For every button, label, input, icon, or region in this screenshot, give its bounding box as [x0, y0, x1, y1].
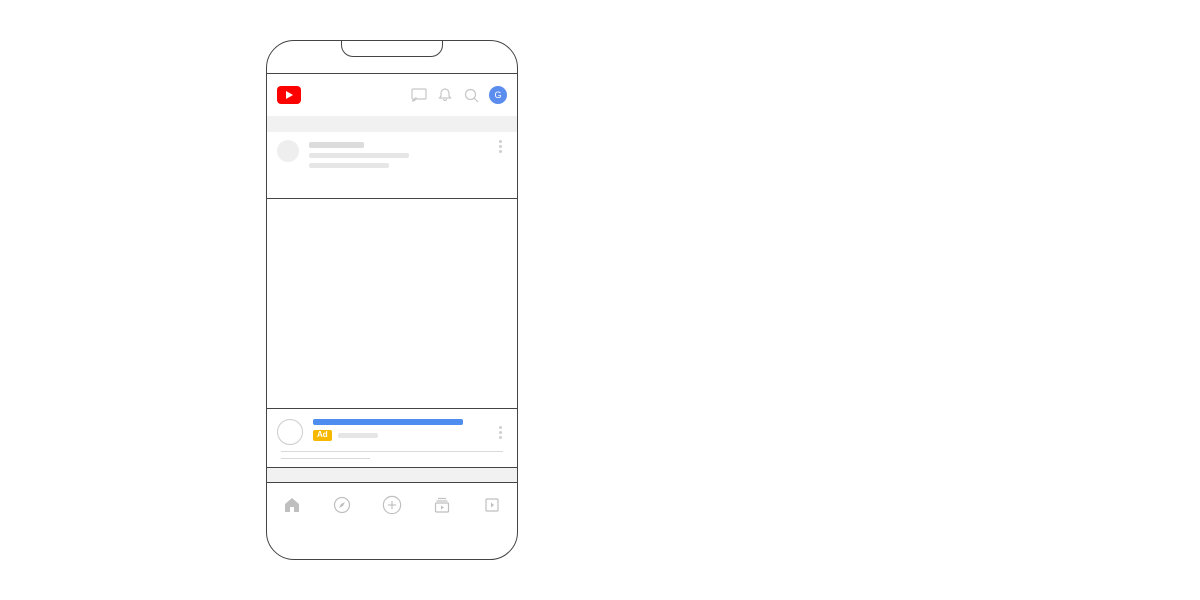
explore-icon[interactable]	[332, 495, 352, 515]
more-options-icon[interactable]	[493, 419, 507, 445]
account-avatar[interactable]: G	[489, 86, 507, 104]
search-icon[interactable]	[463, 87, 479, 103]
home-icon[interactable]	[282, 495, 302, 515]
app-header: G	[267, 74, 517, 116]
youtube-logo[interactable]	[277, 86, 301, 104]
channel-avatar-placeholder	[277, 140, 299, 162]
ad-headline-placeholder	[313, 419, 463, 425]
feed-item[interactable]	[267, 132, 517, 198]
chip-row-placeholder	[267, 116, 517, 132]
ad-badge: Ad	[313, 430, 332, 441]
more-options-icon[interactable]	[493, 140, 507, 153]
ad-subtext-placeholder	[338, 433, 378, 438]
ad-avatar-placeholder	[277, 419, 303, 445]
create-icon[interactable]	[382, 495, 402, 515]
phone-screen: G	[267, 73, 517, 527]
feed-item-text-placeholder	[309, 140, 483, 168]
spacer-strip	[267, 468, 517, 482]
cast-icon[interactable]	[411, 87, 427, 103]
video-thumbnail-placeholder[interactable]	[267, 199, 517, 408]
play-icon	[286, 91, 293, 99]
phone-notch	[341, 40, 443, 57]
subscriptions-icon[interactable]	[432, 495, 452, 515]
library-icon[interactable]	[482, 495, 502, 515]
ad-description-placeholder	[267, 447, 517, 467]
phone-frame: G	[266, 40, 518, 560]
bell-icon[interactable]	[437, 87, 453, 103]
ad-item[interactable]: Ad	[267, 409, 517, 447]
bottom-nav	[267, 483, 517, 527]
